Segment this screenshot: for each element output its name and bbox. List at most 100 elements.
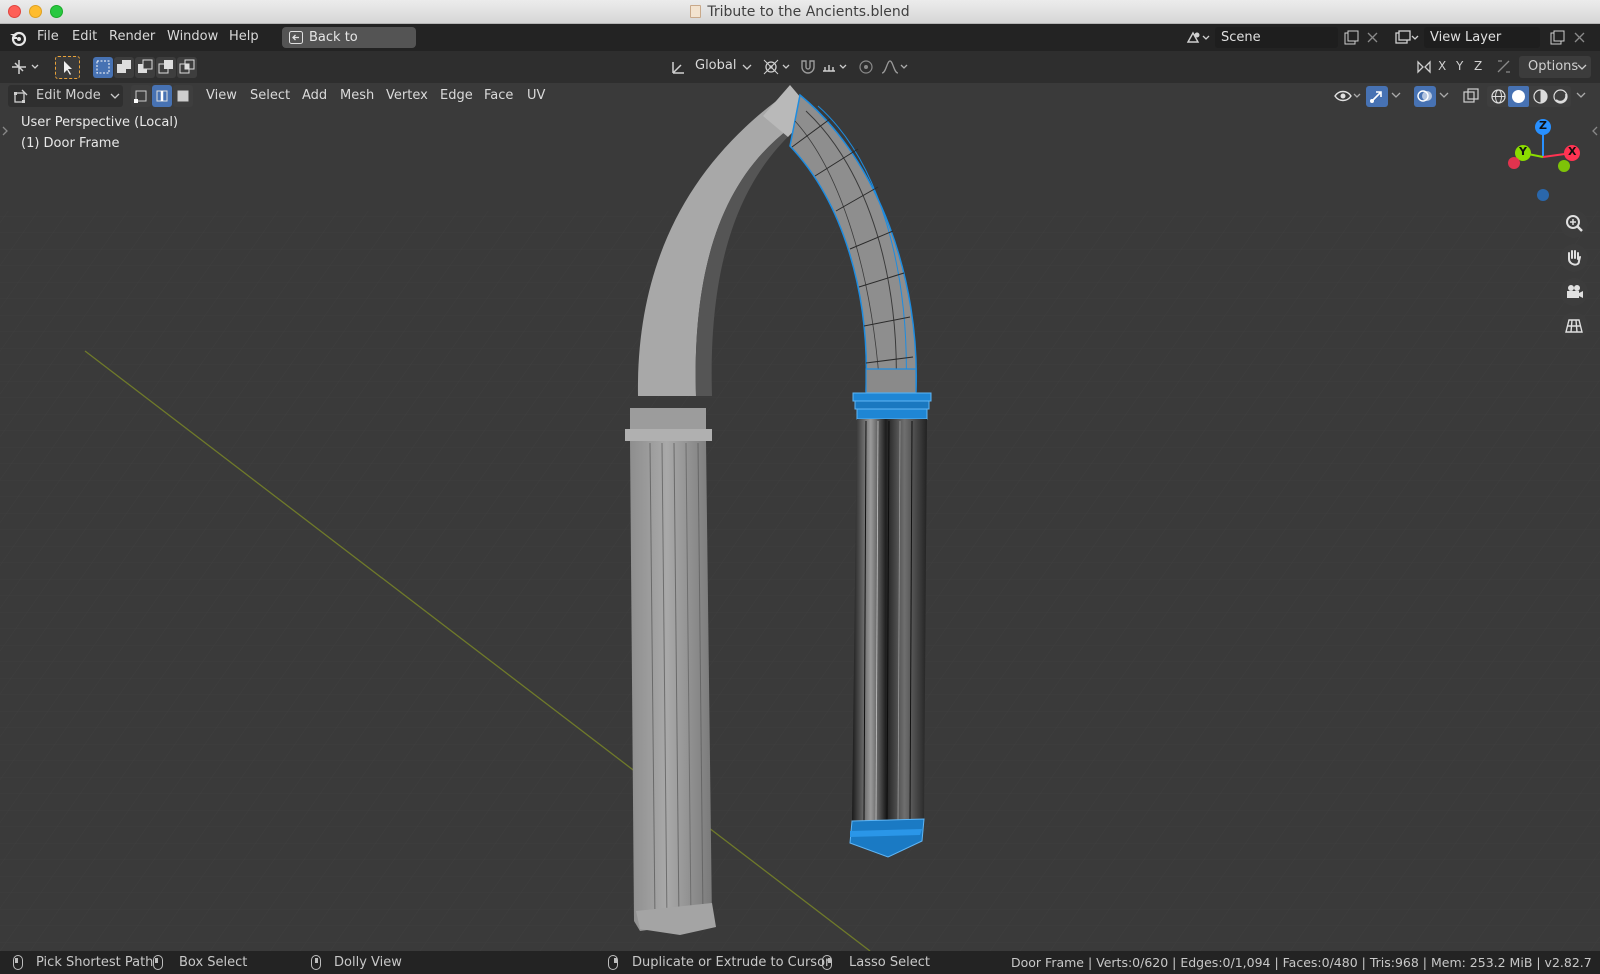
snap-target-icon[interactable] [820, 57, 850, 77]
back-to-previous-button[interactable]: Back to Previous [282, 27, 416, 66]
left-pillar [625, 408, 716, 935]
toolbar-expand-icon[interactable] [1, 125, 9, 137]
select-tool-button[interactable] [55, 56, 80, 79]
select-mode-intersect-button[interactable] [177, 57, 197, 78]
right-capital-selected [852, 392, 932, 420]
select-mode-subtract-button[interactable] [135, 57, 155, 78]
select-mode-extend-button[interactable] [114, 57, 134, 78]
status-box-select: Box Select [179, 955, 248, 970]
navigation-gizmo[interactable]: Z Y X [1500, 113, 1580, 203]
delete-scene-icon[interactable] [1367, 32, 1378, 43]
visibility-eye-icon[interactable] [1333, 87, 1363, 106]
select-invert-icon [158, 60, 173, 74]
solid-shading-icon [1512, 90, 1525, 103]
scene-statistics: Door Frame | Verts:0/620 | Edges:0/1,094… [1011, 955, 1592, 970]
floor-grid [0, 211, 1600, 951]
chevron-down-icon [742, 64, 752, 70]
scene-name-field[interactable]: Scene [1215, 27, 1338, 48]
right-drag-mouse-icon [822, 955, 832, 970]
gizmo-y-label: Y [1519, 145, 1527, 158]
menu-edit[interactable]: Edit [72, 29, 97, 44]
viewport-perspective-label: User Perspective (Local) [21, 115, 179, 130]
mirror-x-toggle[interactable]: X [1438, 59, 1446, 73]
right-mouse-icon [608, 955, 618, 970]
pivot-point-icon[interactable] [762, 57, 792, 77]
menu-add[interactable]: Add [302, 88, 327, 103]
menu-view[interactable]: View [206, 88, 237, 103]
editor-type-icon[interactable] [10, 58, 42, 76]
window-title: Tribute to the Ancients.blend [0, 4, 1600, 20]
face-mode-icon [177, 90, 189, 102]
proportional-edit-icon[interactable] [856, 57, 876, 77]
camera-icon [1567, 285, 1583, 298]
camera-view-button[interactable] [1560, 278, 1588, 306]
sidebar-expand-icon[interactable] [1591, 125, 1599, 137]
status-duplicate-extrude: Duplicate or Extrude to Cursor [632, 955, 831, 970]
status-bar: Pick Shortest Path Box Select Dolly View… [0, 951, 1600, 974]
scene-browse-icon[interactable] [1185, 29, 1211, 46]
mode-selector[interactable]: Edit Mode [8, 85, 123, 107]
menu-help[interactable]: Help [229, 29, 259, 44]
edge-select-mode-button[interactable] [152, 85, 172, 107]
menu-mesh[interactable]: Mesh [340, 88, 374, 103]
zoom-icon [1566, 215, 1583, 232]
new-view-layer-icon[interactable] [1550, 30, 1565, 45]
solid-shading-button[interactable] [1508, 86, 1529, 107]
grid-icon [1565, 319, 1583, 333]
vertex-mode-icon [134, 90, 147, 103]
view-layer-browse-icon[interactable] [1394, 29, 1420, 46]
back-arrow-icon [289, 31, 303, 44]
mirror-z-toggle[interactable]: Z [1474, 59, 1482, 73]
menu-uv[interactable]: UV [527, 88, 545, 103]
wireframe-shading-icon[interactable] [1490, 88, 1507, 105]
shading-chevron-icon[interactable] [1576, 92, 1586, 99]
middle-mouse-icon [311, 955, 321, 970]
delete-view-layer-icon[interactable] [1574, 32, 1585, 43]
material-shading-icon[interactable] [1532, 88, 1549, 105]
status-pick-shortest-path: Pick Shortest Path [36, 955, 154, 970]
rendered-shading-icon[interactable] [1552, 88, 1569, 105]
options-label: Options [1528, 59, 1579, 74]
menu-file[interactable]: File [37, 29, 59, 44]
zoom-view-button[interactable] [1560, 210, 1588, 238]
mirror-icon[interactable] [1415, 58, 1433, 76]
menu-window[interactable]: Window [167, 29, 218, 44]
topology-mirror-icon[interactable] [1495, 58, 1513, 76]
viewport-scene [0, 51, 1600, 951]
window-titlebar: Tribute to the Ancients.blend [0, 0, 1600, 24]
mirror-y-toggle[interactable]: Y [1456, 59, 1463, 73]
new-scene-icon[interactable] [1344, 30, 1359, 45]
right-pillar [852, 419, 927, 822]
mode-chevron-icon [110, 93, 120, 99]
select-mode-invert-button[interactable] [156, 57, 176, 78]
menu-face[interactable]: Face [484, 88, 513, 103]
tool-header: Global X Y Z Options [0, 51, 1600, 83]
xray-toggle-icon[interactable] [1462, 87, 1480, 106]
3d-viewport[interactable]: User Perspective (Local) (1) Door Frame … [0, 51, 1600, 951]
face-select-mode-button[interactable] [173, 85, 193, 107]
document-icon [690, 5, 702, 18]
pan-view-button[interactable] [1560, 244, 1588, 272]
select-intersect-icon [179, 59, 195, 74]
top-bar: File Edit Render Window Help Back to Pre… [0, 24, 1600, 66]
overlays-toggle-button[interactable] [1414, 86, 1436, 107]
snap-magnet-icon[interactable] [798, 57, 818, 77]
menu-vertex[interactable]: Vertex [386, 88, 428, 103]
select-mode-new-button[interactable] [93, 57, 113, 78]
blender-logo-icon[interactable] [9, 29, 27, 46]
gizmo-chevron-icon[interactable] [1391, 92, 1401, 99]
vertex-select-mode-button[interactable] [131, 85, 151, 107]
view-layer-field[interactable]: View Layer [1424, 27, 1540, 48]
gizmo-toggle-button[interactable] [1366, 86, 1388, 107]
transform-orientation-dropdown[interactable]: Global [695, 58, 736, 73]
proportional-falloff-icon[interactable] [880, 57, 910, 77]
hand-icon [1568, 250, 1581, 266]
menu-render[interactable]: Render [109, 29, 155, 44]
menu-select[interactable]: Select [250, 88, 290, 103]
ortho-toggle-button[interactable] [1560, 312, 1588, 340]
select-subtract-icon [138, 59, 153, 73]
overlays-chevron-icon[interactable] [1439, 92, 1449, 99]
left-mouse-icon [13, 955, 23, 970]
menu-edge[interactable]: Edge [440, 88, 473, 103]
options-dropdown[interactable]: Options [1519, 56, 1591, 78]
